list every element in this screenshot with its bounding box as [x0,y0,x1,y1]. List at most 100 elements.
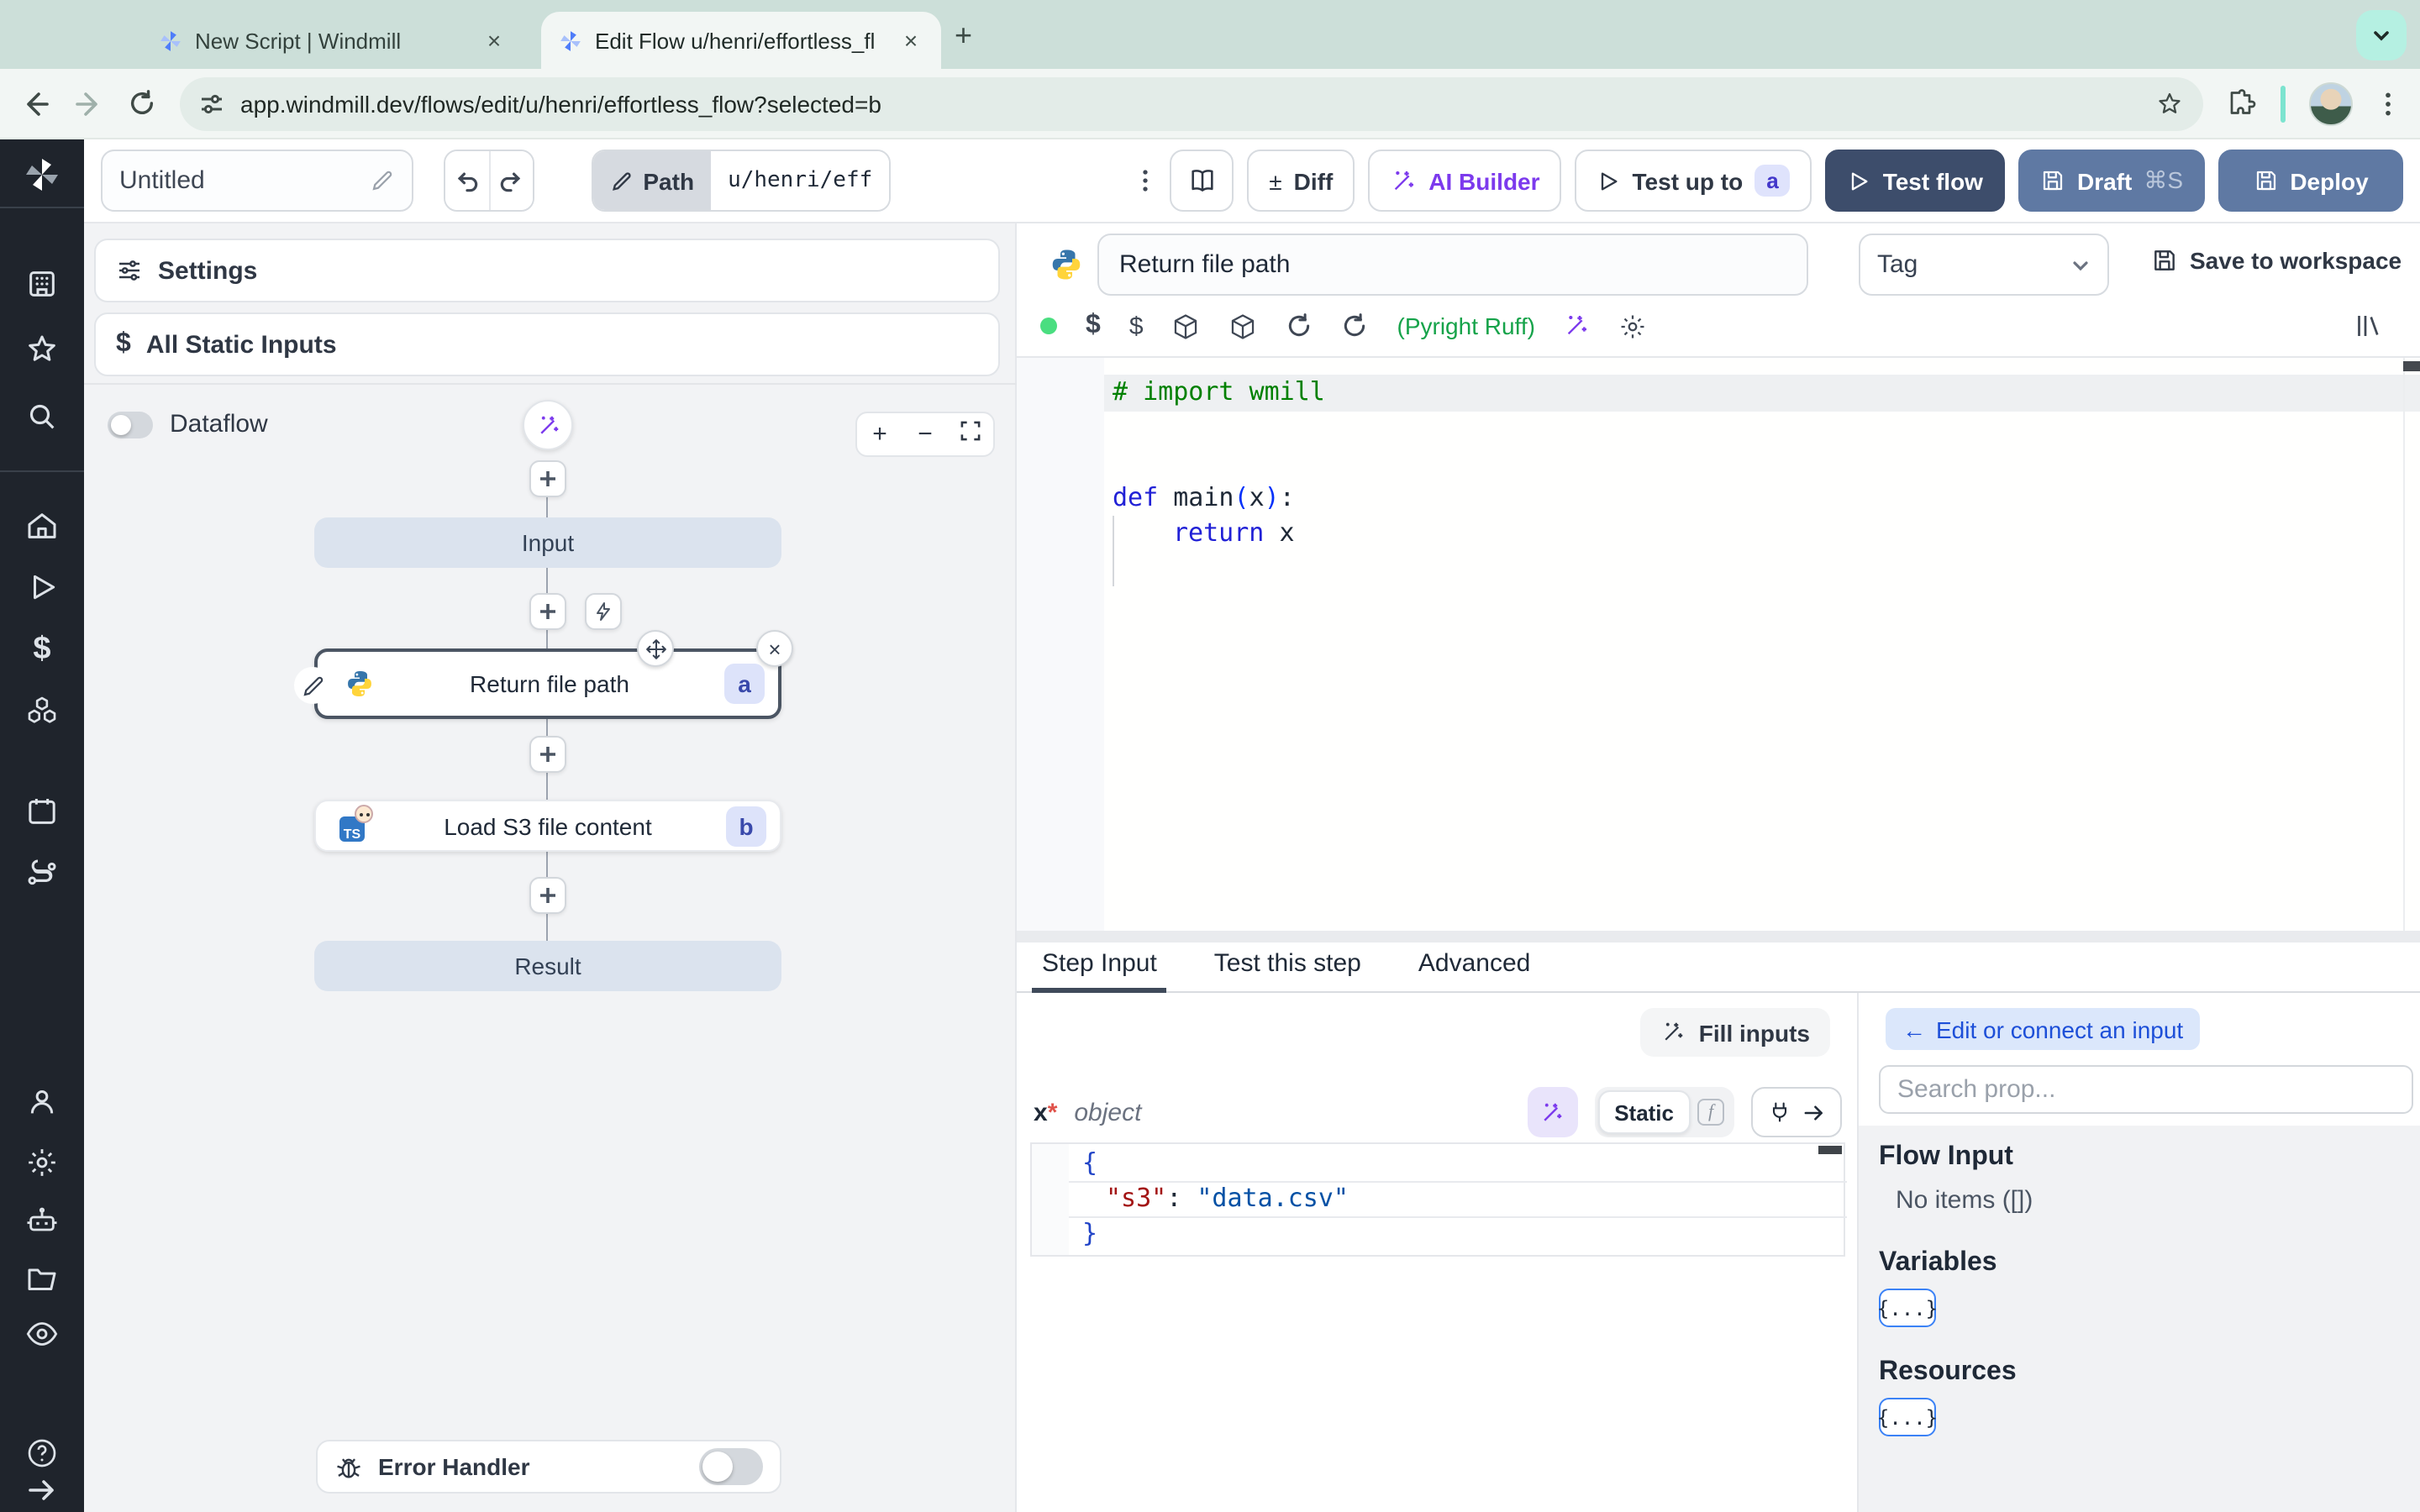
site-settings-icon[interactable] [200,92,224,115]
sidebar-item-users[interactable] [0,1085,84,1119]
add-step-button[interactable] [529,877,566,914]
error-handler-row[interactable]: Error Handler [316,1440,781,1494]
sidebar-item-workspace[interactable] [0,267,84,301]
sidebar-item-folders[interactable] [0,1262,84,1295]
tab-search-button[interactable] [2356,10,2407,60]
panel-resize-handle[interactable] [1017,931,2420,942]
deploy-button[interactable]: Deploy [2218,150,2403,212]
sidebar-item-runs[interactable] [0,571,84,603]
tab-test-this-step[interactable]: Test this step [1214,949,1361,991]
wand-icon[interactable] [1564,312,1591,339]
connect-input-button[interactable] [1751,1087,1842,1137]
static-mode-button[interactable]: Static [1597,1090,1691,1134]
browser-menu-icon[interactable] [2376,90,2400,117]
variables-button[interactable]: $ [1086,311,1101,341]
new-tab-button[interactable]: + [955,20,972,50]
tab-close-icon[interactable]: × [481,27,508,54]
flow-name-input[interactable]: Untitled [101,150,414,212]
code-editor[interactable]: # import wmill def main(x): return x [1017,358,2420,931]
sidebar-item-resources[interactable] [0,694,84,727]
tab-close-icon[interactable]: × [897,27,924,54]
reload-icon[interactable] [1342,312,1369,339]
result-node[interactable]: Result [314,941,781,991]
add-step-button[interactable] [529,736,566,773]
address-bar[interactable]: app.windmill.dev/flows/edit/u/henri/effo… [180,76,2203,130]
zoom-out-button[interactable]: − [902,420,948,449]
package-icon[interactable] [1229,312,1258,340]
extensions-icon[interactable] [2227,88,2257,118]
help-icon [28,1439,56,1467]
editor-scrollbar-thumb[interactable] [2403,361,2420,371]
flow-settings-button[interactable]: Settings [94,239,1000,302]
test-flow-button[interactable]: Test flow [1825,150,2005,212]
ai-flow-button[interactable] [523,400,573,450]
resources-button[interactable]: $ [1129,312,1144,340]
sidebar-collapse-arrow[interactable] [0,1475,84,1505]
sidebar-item-help[interactable] [0,1436,84,1470]
arrow-left-icon: ← [1902,1016,1926,1042]
lint-status[interactable]: (Pyright Ruff) [1397,312,1535,339]
bookmark-star-icon[interactable] [2156,90,2183,117]
add-trigger-button[interactable] [585,593,622,630]
javascript-mode-button[interactable]: f [1697,1099,1724,1126]
input-node[interactable]: Input [314,517,781,568]
avatar[interactable] [2309,81,2353,125]
pencil-icon[interactable] [371,168,396,193]
resources-expand-button[interactable]: {...} [1877,1398,1938,1436]
sidebar-item-search[interactable] [0,400,84,433]
step-node-a[interactable]: Return file path a × [294,630,793,719]
sidebar-item-audit[interactable] [0,1317,84,1351]
sidebar-item-variables[interactable]: $ [0,632,84,669]
fill-inputs-button[interactable]: Fill inputs [1639,1008,1830,1057]
all-static-inputs-button[interactable]: $ All Static Inputs [94,312,1000,376]
sidebar-item-routes[interactable] [0,857,84,890]
edit-step-icon[interactable] [294,667,331,704]
fit-view-button[interactable] [948,420,993,449]
redo-button[interactable] [488,151,533,210]
add-step-button[interactable] [529,460,566,497]
ai-fill-button[interactable] [1527,1087,1578,1137]
error-handler-toggle[interactable] [699,1448,763,1485]
docs-button[interactable] [1170,150,1234,212]
zoom-in-button[interactable]: + [857,420,902,449]
move-step-icon[interactable] [637,630,674,667]
reload-icon[interactable] [1286,312,1313,339]
gear-icon[interactable] [1619,312,1648,340]
browser-tab-edit-flow[interactable]: Edit Flow u/henri/effortless_fl × [541,12,941,69]
search-prop-input[interactable]: Search prop... [1879,1065,2413,1114]
windmill-logo[interactable] [0,155,84,195]
variables-expand-button[interactable]: {...} [1877,1289,1938,1327]
more-options-button[interactable] [1134,150,1157,212]
sidebar-item-settings[interactable] [0,1146,84,1179]
undo-button[interactable] [445,151,489,210]
reload-icon[interactable] [128,89,156,118]
lightning-icon [597,602,610,621]
tab-advanced[interactable]: Advanced [1418,949,1530,991]
sidebar-item-home[interactable] [0,509,84,543]
add-step-button[interactable] [529,593,566,630]
json-scrollbar-thumb[interactable] [1818,1146,1842,1154]
package-icon[interactable] [1172,312,1201,340]
sidebar-item-schedules[interactable] [0,795,84,828]
delete-step-icon[interactable]: × [756,630,793,667]
step-input-section: Fill inputs x * object Static f {"s3": … [1017,993,1859,1512]
browser-tab-new-script[interactable]: New Script | Windmill × [141,12,524,69]
dataflow-toggle[interactable] [108,411,153,438]
path-button[interactable]: Path u/henri/eff [591,150,892,212]
json-input-editor[interactable]: { "s3": "data.csv" } [1030,1142,1847,1257]
tab-step-input[interactable]: Step Input [1031,949,1168,993]
sidebar-item-workers[interactable] [0,1205,84,1238]
sidebar-item-favorites[interactable] [0,333,84,366]
back-icon[interactable] [20,88,50,118]
save-to-workspace-button[interactable]: Save to workspace [2151,247,2402,274]
tag-select[interactable]: Tag [1859,234,2109,296]
forward-icon[interactable] [74,88,104,118]
step-node-b[interactable]: TS Load S3 file content b [314,800,781,852]
test-up-to-button[interactable]: Test up to a [1575,150,1812,212]
edit-or-connect-button[interactable]: ← Edit or connect an input [1886,1008,2201,1050]
step-name-input[interactable]: Return file path [1097,234,1808,296]
draft-button[interactable]: Draft ⌘S [2018,150,2205,212]
ai-builder-button[interactable]: AI Builder [1368,150,1562,212]
diff-button[interactable]: ± Diff [1247,150,1355,212]
library-icon[interactable] [2353,311,2383,341]
